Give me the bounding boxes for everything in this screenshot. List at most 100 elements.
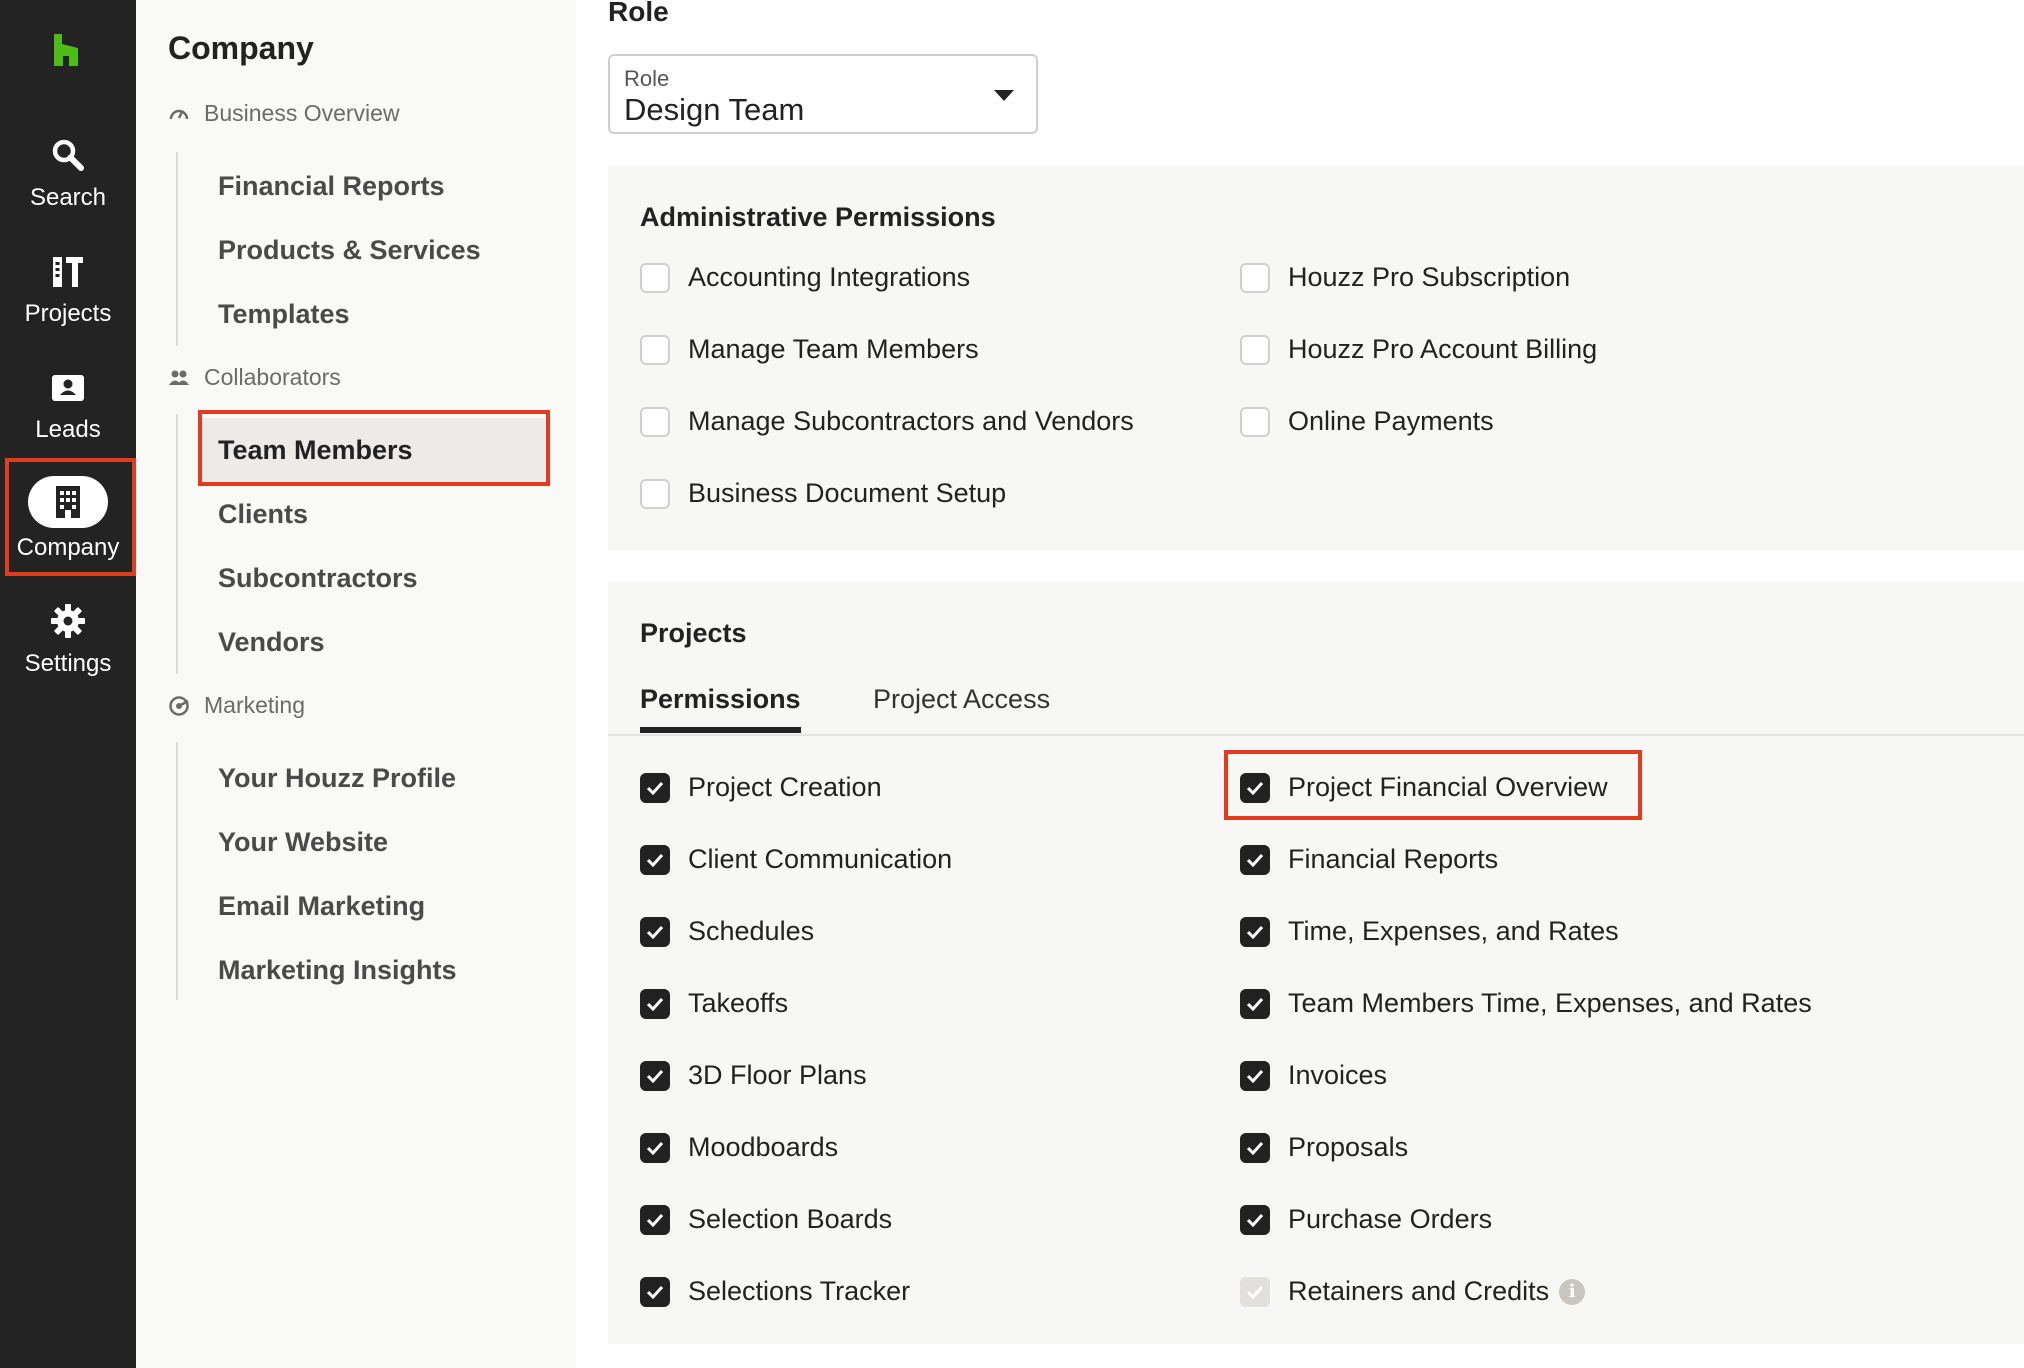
tab-project-access[interactable]: Project Access (873, 684, 1050, 727)
leads-icon (51, 364, 85, 410)
admin-perm-accounting-integrations[interactable]: Accounting Integrations (640, 262, 970, 293)
info-icon[interactable]: i (1559, 1278, 1586, 1305)
admin-permissions-title: Administrative Permissions (640, 202, 996, 232)
checkbox-checked[interactable] (640, 772, 670, 803)
admin-permissions-panel: Administrative Permissions Accounting In… (608, 166, 2024, 550)
sidebar-item-clients[interactable]: Clients (198, 482, 546, 546)
checkbox-checked[interactable] (640, 1132, 670, 1163)
checkmark-icon (646, 1285, 664, 1299)
checkbox[interactable] (1240, 334, 1270, 365)
project-perm-purchase-orders[interactable]: Purchase Orders (1240, 1204, 1492, 1235)
search-icon (50, 132, 86, 178)
sidebar-item-templates[interactable]: Templates (198, 282, 546, 346)
primary-nav-rail: Search Projects Leads Company Settings (0, 0, 136, 1368)
checkbox-checked[interactable] (640, 1060, 670, 1091)
project-perm-selection-boards[interactable]: Selection Boards (640, 1204, 892, 1235)
projects-tabs: Permissions Project Access (608, 684, 2024, 736)
project-perm-3d-floor-plans[interactable]: 3D Floor Plans (640, 1060, 867, 1091)
rail-item-label: Settings (24, 650, 112, 677)
rail-item-company[interactable]: Company (0, 476, 136, 572)
project-perm-time-expenses-rates[interactable]: Time, Expenses, and Rates (1240, 916, 1619, 947)
project-perm-invoices[interactable]: Invoices (1240, 1060, 1387, 1091)
project-perm-project-creation[interactable]: Project Creation (640, 772, 882, 803)
admin-perm-manage-subcontractors-vendors[interactable]: Manage Subcontractors and Vendors (640, 406, 1134, 437)
sidebar-title: Company (168, 30, 314, 66)
project-perm-proposals[interactable]: Proposals (1240, 1132, 1408, 1163)
checkbox[interactable] (1240, 262, 1270, 293)
permission-label: Financial Reports (1288, 844, 1499, 874)
project-perm-client-communication[interactable]: Client Communication (640, 844, 952, 875)
checkbox[interactable] (640, 334, 670, 365)
permission-label: Business Document Setup (688, 478, 1007, 508)
admin-perm-business-document-setup[interactable]: Business Document Setup (640, 478, 1006, 509)
checkmark-icon (1246, 925, 1264, 939)
checkbox[interactable] (640, 406, 670, 437)
checkmark-icon (1246, 1141, 1264, 1155)
rail-item-label: Leads (35, 416, 101, 443)
sidebar-item-vendors[interactable]: Vendors (198, 610, 546, 674)
sidebar-item-financial-reports[interactable]: Financial Reports (198, 154, 546, 218)
checkbox-checked[interactable] (1240, 772, 1270, 803)
rail-item-label: Search (29, 184, 107, 211)
checkbox-checked[interactable] (1240, 916, 1270, 947)
houzz-logo-icon[interactable] (50, 34, 82, 66)
role-select[interactable]: Role Design Team (608, 54, 1038, 134)
sidebar-item-houzz-profile[interactable]: Your Houzz Profile (198, 746, 546, 810)
checkbox-checked[interactable] (640, 1204, 670, 1235)
checkmark-icon (1246, 1213, 1264, 1227)
project-perm-selections-tracker[interactable]: Selections Tracker (640, 1276, 910, 1307)
checkbox-checked[interactable] (640, 1276, 670, 1307)
admin-perm-houzz-pro-subscription[interactable]: Houzz Pro Subscription (1240, 262, 1570, 293)
rail-item-leads[interactable]: Leads (0, 364, 136, 460)
checkbox[interactable] (1240, 406, 1270, 437)
checkbox-checked[interactable] (640, 844, 670, 875)
permission-label: Houzz Pro Subscription (1288, 262, 1571, 292)
chevron-down-icon (994, 90, 1014, 101)
checkbox[interactable] (640, 262, 670, 293)
sidebar-item-marketing-insights[interactable]: Marketing Insights (198, 938, 546, 1002)
admin-perm-houzz-pro-account-billing[interactable]: Houzz Pro Account Billing (1240, 334, 1597, 365)
permission-label: Invoices (1288, 1060, 1388, 1090)
admin-perm-online-payments[interactable]: Online Payments (1240, 406, 1494, 437)
project-perm-schedules[interactable]: Schedules (640, 916, 814, 947)
projects-title: Projects (640, 618, 747, 648)
permission-label: Takeoffs (688, 988, 789, 1018)
permission-label: Manage Team Members (688, 334, 979, 364)
gauge-icon (168, 103, 190, 125)
building-icon (56, 486, 80, 518)
project-perm-financial-reports[interactable]: Financial Reports (1240, 844, 1498, 875)
project-perm-takeoffs[interactable]: Takeoffs (640, 988, 788, 1019)
sidebar-item-email-marketing[interactable]: Email Marketing (198, 874, 546, 938)
checkbox-checked[interactable] (640, 988, 670, 1019)
sidebar-item-team-members[interactable]: Team Members (198, 418, 546, 482)
project-perm-moodboards[interactable]: Moodboards (640, 1132, 838, 1163)
checkbox[interactable] (640, 478, 670, 509)
sidebar-item-website[interactable]: Your Website (198, 810, 546, 874)
checkbox-checked[interactable] (1240, 988, 1270, 1019)
rail-item-search[interactable]: Search (0, 132, 136, 228)
permission-label: Project Financial Overview (1288, 772, 1608, 802)
checkmark-icon (1246, 781, 1264, 795)
sidebar-item-products-services[interactable]: Products & Services (198, 218, 546, 282)
checkbox-checked[interactable] (1240, 844, 1270, 875)
group-business-overview: Business Overview (168, 100, 400, 127)
group-label: Business Overview (204, 100, 400, 126)
admin-perm-manage-team-members[interactable]: Manage Team Members (640, 334, 979, 365)
tab-permissions[interactable]: Permissions (640, 684, 801, 733)
project-perm-team-members-time-expenses-rates[interactable]: Team Members Time, Expenses, and Rates (1240, 988, 1812, 1019)
project-perm-project-financial-overview[interactable]: Project Financial Overview (1240, 772, 1608, 803)
role-select-label: Role (624, 66, 670, 91)
rail-item-projects[interactable]: Projects (0, 248, 136, 344)
active-pill (28, 476, 108, 528)
permission-label: Selections Tracker (688, 1276, 911, 1306)
checkbox-checked[interactable] (1240, 1204, 1270, 1235)
permission-label: Client Communication (688, 844, 953, 874)
checkbox-checked[interactable] (1240, 1060, 1270, 1091)
permission-label: Proposals (1288, 1132, 1409, 1162)
role-select-value: Design Team (624, 92, 805, 127)
gear-icon (50, 598, 86, 644)
checkbox-checked[interactable] (640, 916, 670, 947)
rail-item-settings[interactable]: Settings (0, 598, 136, 694)
checkbox-checked[interactable] (1240, 1132, 1270, 1163)
sidebar-item-subcontractors[interactable]: Subcontractors (198, 546, 546, 610)
